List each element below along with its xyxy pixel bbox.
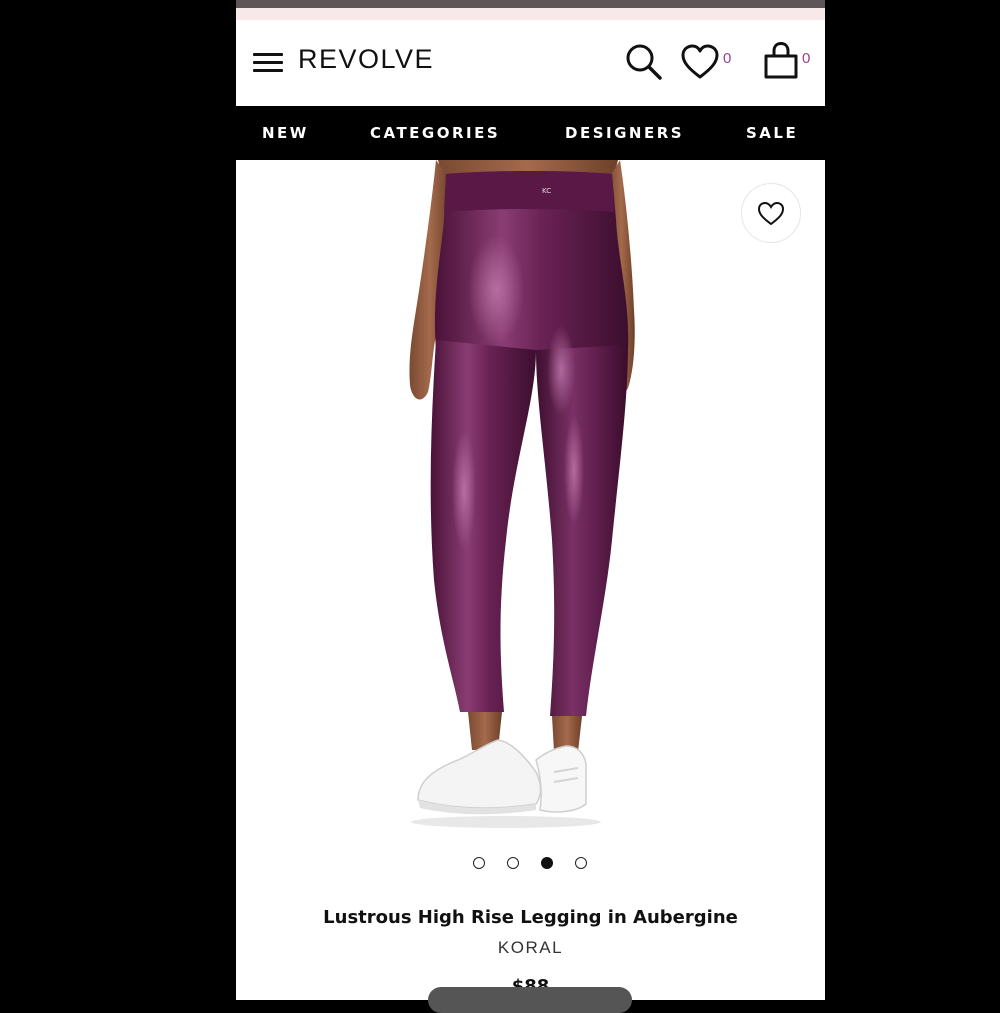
status-bar: [236, 0, 825, 8]
carousel-dot-2[interactable]: [507, 857, 519, 869]
nav-categories[interactable]: CATEGORIES: [370, 124, 500, 142]
wishlist-count: 0: [723, 50, 732, 67]
add-to-favorites-button[interactable]: [741, 183, 801, 243]
favorite-heart-icon: [757, 201, 785, 226]
mobile-screen: REVOLVE 0 0 NEW CATEGORIES DESIGNERS SAL…: [236, 0, 825, 1000]
hamburger-menu-icon[interactable]: [253, 53, 283, 73]
product-image[interactable]: KC: [236, 160, 825, 830]
nav-designers[interactable]: DESIGNERS: [565, 124, 684, 142]
main-navigation: NEW CATEGORIES DESIGNERS SALE: [236, 106, 825, 160]
revolve-logo[interactable]: REVOLVE: [298, 44, 434, 75]
product-title: Lustrous High Rise Legging in Aubergine: [323, 907, 738, 928]
search-icon[interactable]: [624, 42, 664, 82]
bag-count: 0: [802, 50, 811, 67]
promo-strip: [236, 8, 825, 20]
nav-new[interactable]: NEW: [262, 124, 309, 142]
wishlist-heart-icon[interactable]: [680, 44, 720, 80]
home-indicator[interactable]: [428, 987, 632, 1013]
carousel-dot-1[interactable]: [473, 857, 485, 869]
waistband-logo: KC: [542, 187, 551, 195]
carousel-dot-3-active[interactable]: [541, 857, 553, 869]
product-brand[interactable]: KORAL: [236, 938, 825, 958]
site-header: REVOLVE 0 0: [236, 20, 825, 106]
carousel-dot-4[interactable]: [575, 857, 587, 869]
shopping-bag-icon[interactable]: [763, 41, 799, 80]
image-carousel-dots: [236, 857, 825, 871]
nav-sale[interactable]: SALE: [746, 124, 798, 142]
